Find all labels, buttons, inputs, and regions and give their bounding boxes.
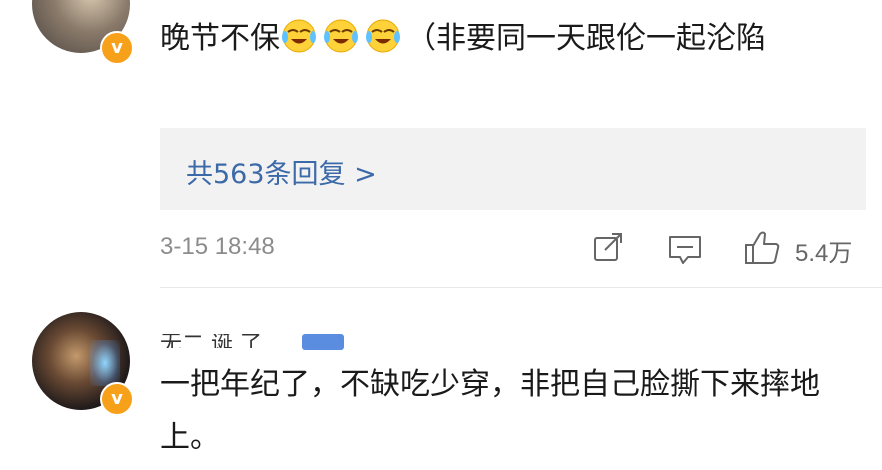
like-count: 5.4万: [795, 240, 853, 267]
user-tag-badge: [302, 334, 344, 350]
grin-tears-emoji-icon: [282, 19, 316, 53]
verified-badge-icon: v: [100, 382, 134, 416]
comment-text: 晚节不保 （非要同一天跟伦一起沦陷: [160, 12, 860, 65]
comment-divider: [160, 287, 882, 288]
grin-tears-emoji-icon: [324, 19, 358, 53]
thumbs-up-icon[interactable]: [744, 230, 782, 266]
commenter-username[interactable]: 无二 诞 了: [160, 334, 262, 348]
avatar-light-glow: [90, 340, 120, 386]
view-replies-link[interactable]: 共563条回复 >: [186, 152, 377, 191]
replies-panel[interactable]: 共563条回复 >: [160, 128, 866, 210]
comment-text-start: 晚节不保: [160, 21, 280, 56]
comment-text-end: （非要同一天跟伦一起沦陷: [406, 21, 766, 56]
verified-badge-icon: v: [100, 31, 134, 65]
grin-tears-emoji-icon: [366, 19, 400, 53]
comment-timestamp: 3-15 18:48: [160, 233, 275, 260]
share-icon[interactable]: [592, 232, 624, 264]
comment-icon[interactable]: [668, 234, 702, 266]
comment-text: 一把年纪了，不缺吃少穿，非把自己脸撕下来摔地上。: [160, 367, 820, 455]
